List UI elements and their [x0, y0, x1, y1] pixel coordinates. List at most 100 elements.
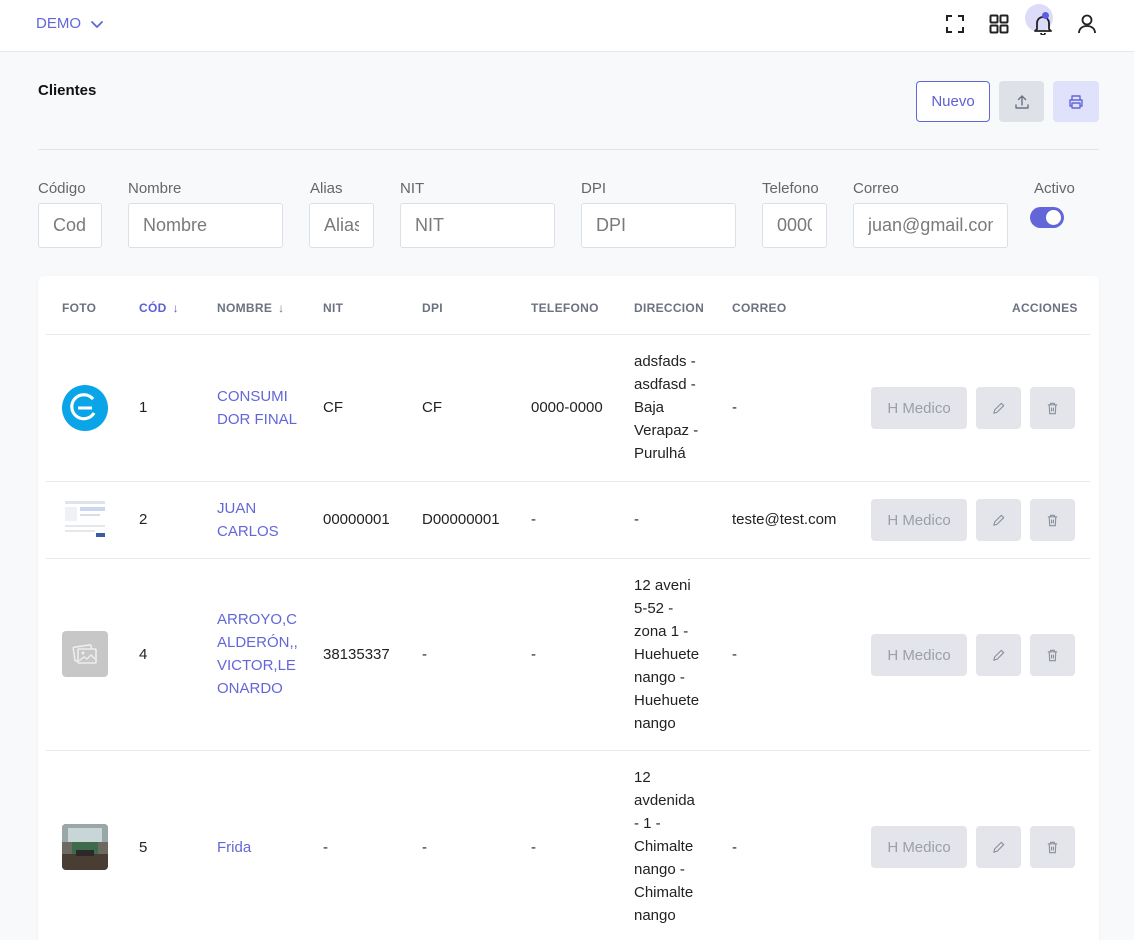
delete-button[interactable]	[1030, 826, 1075, 868]
filter-codigo-input[interactable]	[38, 203, 102, 248]
pencil-icon	[993, 841, 1005, 853]
client-name-link[interactable]: Frida	[217, 836, 251, 859]
org-label: DEMO	[36, 15, 81, 32]
cell-cod: 2	[139, 511, 148, 528]
sort-down-icon: ↓	[172, 301, 179, 315]
cell-cod: 1	[139, 399, 148, 416]
header-telefono: TELEFONO	[531, 301, 599, 315]
row-divider	[46, 558, 1090, 559]
pencil-icon	[993, 649, 1005, 661]
row-divider	[46, 481, 1090, 482]
chevron-down-icon	[91, 20, 103, 28]
header-cod-label: CÓD	[139, 301, 167, 315]
delete-button[interactable]	[1030, 387, 1075, 429]
filter-dpi-input[interactable]	[581, 203, 736, 248]
header-cod[interactable]: CÓD ↓	[139, 301, 179, 315]
edit-button[interactable]	[976, 634, 1021, 676]
trash-icon	[1047, 514, 1058, 526]
trash-icon	[1047, 649, 1058, 661]
cell-direccion: 12 avdenida - 1 - Chimalte nango - Chima…	[634, 769, 695, 924]
cell-correo: -	[732, 839, 737, 856]
edit-button[interactable]	[976, 499, 1021, 541]
filter-nombre-input[interactable]	[128, 203, 283, 248]
filter-correo-label: Correo	[853, 180, 899, 197]
row-divider	[46, 750, 1090, 751]
filter-alias-label: Alias	[310, 180, 343, 197]
cell-telefono: 0000-0000	[531, 399, 603, 416]
filter-activo-label: Activo	[1034, 180, 1075, 197]
medical-history-button[interactable]: H Medico	[871, 499, 967, 541]
pencil-icon	[993, 402, 1005, 414]
cell-nit: -	[323, 839, 328, 856]
medical-history-button[interactable]: H Medico	[871, 387, 967, 429]
filter-nit-label: NIT	[400, 180, 425, 197]
cell-cod: 4	[139, 646, 148, 663]
client-photo	[62, 385, 108, 431]
fullscreen-icon[interactable]	[944, 13, 966, 35]
header-foto: FOTO	[62, 301, 97, 315]
filter-nombre-label: Nombre	[128, 180, 182, 197]
delete-button[interactable]	[1030, 499, 1075, 541]
filter-nit-input[interactable]	[400, 203, 555, 248]
header-acciones: ACCIONES	[1012, 301, 1078, 315]
header-nit: NIT	[323, 301, 344, 315]
org-selector[interactable]: DEMO	[36, 15, 105, 32]
cell-dpi: CF	[422, 399, 442, 416]
cell-telefono: -	[531, 646, 536, 663]
cell-direccion: 12 aveni 5-52 - zona 1 - Huehuete nango …	[634, 577, 700, 732]
cell-correo: -	[732, 646, 737, 663]
filter-telefono-input[interactable]	[762, 203, 827, 248]
header-nombre-label: NOMBRE	[217, 301, 273, 315]
upload-button[interactable]	[999, 81, 1044, 122]
cell-telefono: -	[531, 511, 536, 528]
filter-codigo-label: Código	[38, 180, 86, 197]
client-name-link[interactable]: ARROYO,C ALDERÓN,, VICTOR,LE ONARDO	[217, 608, 298, 700]
filter-alias-input[interactable]	[309, 203, 374, 248]
pencil-icon	[993, 514, 1005, 526]
header-dpi: DPI	[422, 301, 443, 315]
cell-nit: 00000001	[323, 511, 390, 528]
cell-direccion: adsfads - asdfasd - Baja Verapaz - Purul…	[634, 353, 699, 462]
client-photo	[62, 497, 108, 543]
sort-down-icon: ↓	[278, 301, 285, 315]
filter-telefono-label: Telefono	[762, 180, 819, 197]
edit-button[interactable]	[976, 826, 1021, 868]
header-direccion: DIRECCION	[634, 301, 705, 315]
bell-icon[interactable]	[1025, 4, 1054, 36]
new-client-button[interactable]: Nuevo	[916, 81, 990, 122]
cell-dpi: -	[422, 646, 427, 663]
client-name-link[interactable]: CONSUMI DOR FINAL	[217, 385, 297, 431]
client-name-link[interactable]: JUAN CARLOS	[217, 497, 279, 543]
header-nombre[interactable]: NOMBRE ↓	[217, 301, 284, 315]
client-photo	[62, 824, 108, 870]
divider	[38, 149, 1099, 150]
header-correo: CORREO	[732, 301, 787, 315]
active-toggle[interactable]	[1030, 207, 1064, 228]
trash-icon	[1047, 841, 1058, 853]
upload-icon	[1014, 94, 1029, 109]
notification-dot	[1042, 12, 1049, 19]
cell-dpi: -	[422, 839, 427, 856]
user-icon[interactable]	[1076, 13, 1098, 35]
cell-nit: CF	[323, 399, 343, 416]
cell-correo: -	[732, 399, 737, 416]
cell-dpi: D00000001	[422, 511, 500, 528]
medical-history-button[interactable]: H Medico	[871, 826, 967, 868]
cell-direccion: -	[634, 511, 639, 528]
cell-nit: 38135337	[323, 646, 390, 663]
cell-correo: teste@test.com	[732, 511, 837, 528]
filter-correo-input[interactable]	[853, 203, 1008, 248]
medical-history-button[interactable]: H Medico	[871, 634, 967, 676]
apps-grid-icon[interactable]	[988, 13, 1010, 35]
edit-button[interactable]	[976, 387, 1021, 429]
cell-cod: 5	[139, 839, 148, 856]
delete-button[interactable]	[1030, 634, 1075, 676]
row-divider	[46, 334, 1090, 335]
print-button[interactable]	[1053, 81, 1099, 122]
page-title: Clientes	[38, 82, 97, 99]
filter-dpi-label: DPI	[581, 180, 607, 197]
cell-telefono: -	[531, 839, 536, 856]
trash-icon	[1047, 402, 1058, 414]
top-bar: DEMO	[0, 0, 1134, 52]
printer-icon	[1069, 94, 1083, 109]
